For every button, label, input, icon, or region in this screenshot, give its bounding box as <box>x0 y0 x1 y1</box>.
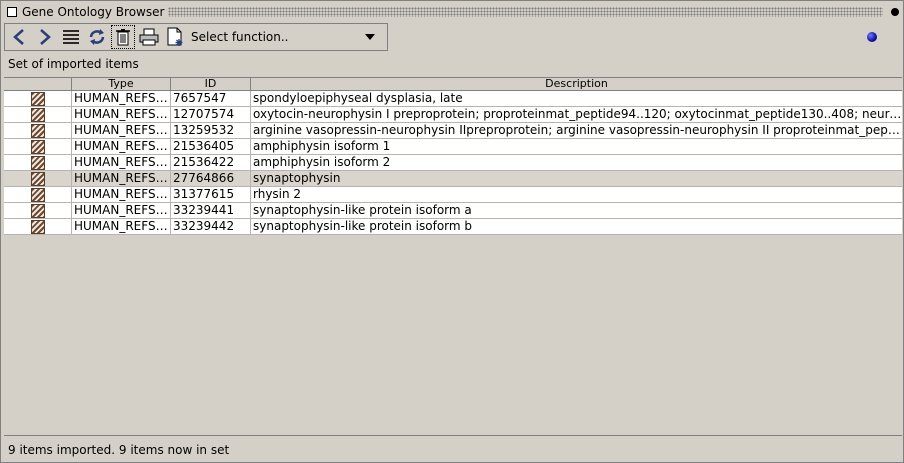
id-cell: 33239442 <box>171 219 251 234</box>
description-cell: spondyloepiphyseal dysplasia, late <box>253 91 463 105</box>
id-cell: 33239441 <box>171 203 251 218</box>
row-icon-cell <box>4 107 72 122</box>
type-cell: HUMAN_REFSEQ <box>74 203 171 218</box>
id-cell: 21536422 <box>171 155 251 170</box>
type-cell: HUMAN_REFSEQ <box>74 219 171 234</box>
imported-items-table: Type ID Description HUMAN_REFSEQ 7657547 s… <box>4 77 902 435</box>
dna-helix-icon <box>30 171 45 186</box>
dna-helix-icon <box>30 219 45 234</box>
table-row[interactable]: HUMAN_REFSEQ 33239442 synaptophysin-like p… <box>4 219 902 235</box>
table-row[interactable]: HUMAN_REFSEQ 7657547 spondyloepiphyseal dy… <box>4 91 902 107</box>
column-header-type[interactable]: Type <box>72 78 171 91</box>
type-cell: HUMAN_REFSEQ <box>74 139 171 154</box>
id-cell: 7657547 <box>171 91 251 106</box>
select-function-dropdown[interactable]: Select function.. <box>189 25 381 49</box>
type-cell: HUMAN_REFSEQ <box>74 155 171 170</box>
id-cell: 12707574 <box>171 107 251 122</box>
dna-helix-icon <box>30 139 45 154</box>
forward-arrow-icon <box>40 29 51 45</box>
type-cell: HUMAN_REFSEQ <box>74 187 171 202</box>
dna-helix-icon <box>30 91 45 106</box>
title-bar[interactable]: Gene Ontology Browser <box>1 1 903 23</box>
description-cell: rhysin 2 <box>253 187 302 201</box>
delete-button[interactable] <box>111 25 135 49</box>
description-cell: oxytocin-neurophysin I preproprotein; pr… <box>253 107 902 121</box>
print-button[interactable] <box>137 25 161 49</box>
table-row[interactable]: HUMAN_REFSEQ 21536422 amphiphysin isoform … <box>4 155 902 171</box>
trash-icon <box>116 29 130 46</box>
row-icon-cell <box>4 187 72 202</box>
window-title: Gene Ontology Browser <box>22 5 165 19</box>
table-row[interactable]: HUMAN_REFSEQ 12707574 oxytocin-neurophysin… <box>4 107 902 123</box>
table-row[interactable]: HUMAN_REFSEQ 31377615 rhysin 2 <box>4 187 902 203</box>
description-cell: arginine vasopressin-neurophysin IIprepr… <box>253 123 902 137</box>
back-button[interactable] <box>7 25 31 49</box>
id-cell: 21536405 <box>171 139 251 154</box>
table-header: Type ID Description <box>4 78 902 91</box>
status-orb-icon <box>867 32 877 42</box>
type-cell: HUMAN_REFSEQ <box>74 123 171 138</box>
dna-helix-icon <box>30 155 45 170</box>
table-row[interactable]: HUMAN_REFSEQ 27764866 synaptophysin <box>4 171 902 187</box>
window-menu-icon[interactable] <box>7 7 17 17</box>
status-text: 9 items imported. 9 items now in set <box>8 443 230 457</box>
title-grip <box>168 7 883 17</box>
refresh-icon <box>89 29 105 45</box>
type-cell: HUMAN_REFSEQ <box>74 171 171 186</box>
description-cell: synaptophysin <box>253 171 341 185</box>
table-row[interactable]: HUMAN_REFSEQ 13259532 arginine vasopressin… <box>4 123 902 139</box>
dna-helix-icon <box>30 187 45 202</box>
set-label: Set of imported items <box>8 57 139 71</box>
dna-helix-icon <box>30 203 45 218</box>
row-icon-cell <box>4 139 72 154</box>
description-cell: synaptophysin-like protein isoform a <box>253 203 472 217</box>
type-cell: HUMAN_REFSEQ <box>74 107 171 122</box>
list-icon <box>63 30 79 44</box>
forward-button[interactable] <box>33 25 57 49</box>
chevron-down-icon[interactable] <box>365 34 375 40</box>
table-row[interactable]: HUMAN_REFSEQ 33239441 synaptophysin-like p… <box>4 203 902 219</box>
id-cell: 31377615 <box>171 187 251 202</box>
row-icon-cell <box>4 91 72 106</box>
table-row[interactable]: HUMAN_REFSEQ 21536405 amphiphysin isoform … <box>4 139 902 155</box>
row-icon-cell <box>4 171 72 186</box>
dna-helix-icon <box>30 123 45 138</box>
dna-helix-icon <box>30 107 45 122</box>
type-cell: HUMAN_REFSEQ <box>74 91 171 106</box>
row-icon-cell <box>4 123 72 138</box>
print-icon <box>139 28 159 46</box>
new-document-icon <box>167 27 183 46</box>
id-cell: 27764866 <box>171 171 251 186</box>
row-icon-cell <box>4 219 72 234</box>
gene-ontology-browser-window: Gene Ontology Browser Select function.. <box>0 0 904 463</box>
description-cell: amphiphysin isoform 2 <box>253 155 391 169</box>
list-button[interactable] <box>59 25 83 49</box>
column-header-icon[interactable] <box>4 78 72 91</box>
description-cell: amphiphysin isoform 1 <box>253 139 391 153</box>
refresh-button[interactable] <box>85 25 109 49</box>
new-document-button[interactable] <box>163 25 187 49</box>
column-header-description[interactable]: Description <box>251 78 902 91</box>
column-header-id[interactable]: ID <box>171 78 251 91</box>
row-icon-cell <box>4 203 72 218</box>
select-function-label: Select function.. <box>191 30 289 44</box>
id-cell: 13259532 <box>171 123 251 138</box>
table-body: HUMAN_REFSEQ 7657547 spondyloepiphyseal dy… <box>4 91 902 235</box>
row-icon-cell <box>4 155 72 170</box>
description-cell: synaptophysin-like protein isoform b <box>253 219 473 233</box>
toolbar: Select function.. <box>4 23 388 51</box>
close-dot-icon[interactable] <box>891 8 899 16</box>
status-divider <box>4 435 902 436</box>
back-arrow-icon <box>13 29 24 45</box>
